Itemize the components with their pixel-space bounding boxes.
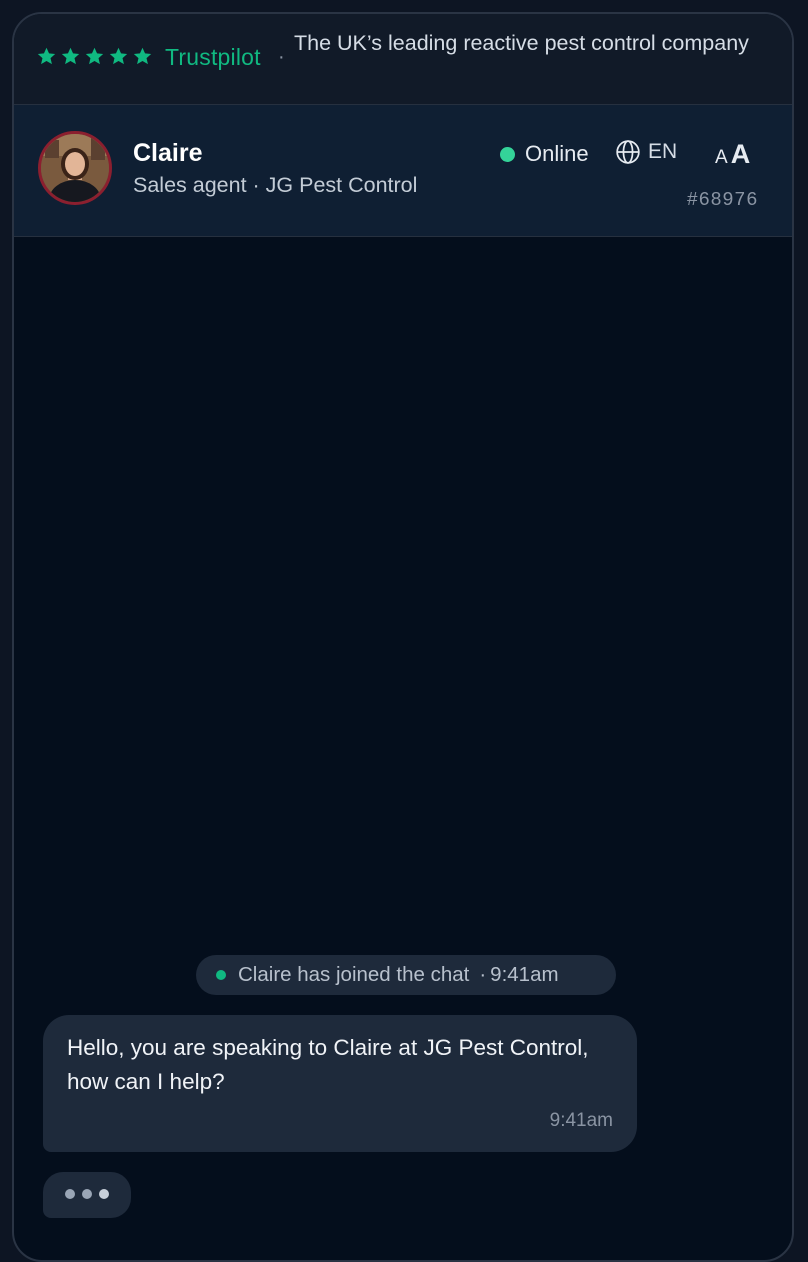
- trustpilot-link[interactable]: Trustpilot: [165, 44, 261, 71]
- language-label: EN: [648, 140, 678, 163]
- language-selector[interactable]: EN: [615, 139, 677, 165]
- typing-indicator: [43, 1172, 131, 1218]
- star-icon: [133, 47, 152, 65]
- online-dot-icon: [500, 146, 515, 162]
- star-icon: [37, 47, 56, 65]
- system-message: Claire has joined the chat · 9:41am: [196, 955, 616, 995]
- status-label: Online: [525, 141, 589, 166]
- system-message-time: 9:41am: [490, 963, 559, 986]
- avatar: [38, 131, 112, 205]
- agent-photo: [41, 134, 109, 202]
- typing-dot: [65, 1189, 75, 1199]
- message-text: Hello, you are speaking to Claire at JG …: [67, 1035, 589, 1094]
- agent-role: Sales agent · JG Pest Control: [133, 173, 418, 197]
- banner-tagline: The UK’s leading reactive pest control c…: [294, 31, 749, 55]
- font-size-large-label: A: [730, 139, 751, 169]
- online-status: Online: [500, 141, 589, 167]
- trust-banner: Trustpilot · The UK’s leading reactive p…: [14, 14, 792, 105]
- typing-dot: [82, 1189, 92, 1199]
- message-time: 9:41am: [549, 1110, 613, 1131]
- chat-widget: Trustpilot · The UK’s leading reactive p…: [12, 12, 794, 1262]
- agent-name: Claire: [133, 139, 203, 167]
- rating-stars: [36, 46, 153, 67]
- system-message-separator: ·: [479, 963, 487, 986]
- star-icon: [85, 47, 104, 65]
- agent-message-bubble: Hello, you are speaking to Claire at JG …: [43, 1015, 637, 1152]
- font-size-small-label: A: [715, 147, 728, 168]
- globe-icon: [616, 140, 640, 164]
- system-message-text: Claire has joined the chat: [238, 963, 470, 986]
- ticket-id: #68976: [686, 189, 758, 211]
- agent-header: Claire Sales agent · JG Pest Control Onl…: [14, 105, 792, 237]
- banner-separator: ·: [278, 46, 285, 68]
- star-icon: [61, 47, 80, 65]
- star-icon: [109, 47, 128, 65]
- status-dot-icon: [216, 970, 226, 980]
- font-size-toggle[interactable]: AA: [715, 139, 750, 170]
- typing-dot: [99, 1189, 109, 1199]
